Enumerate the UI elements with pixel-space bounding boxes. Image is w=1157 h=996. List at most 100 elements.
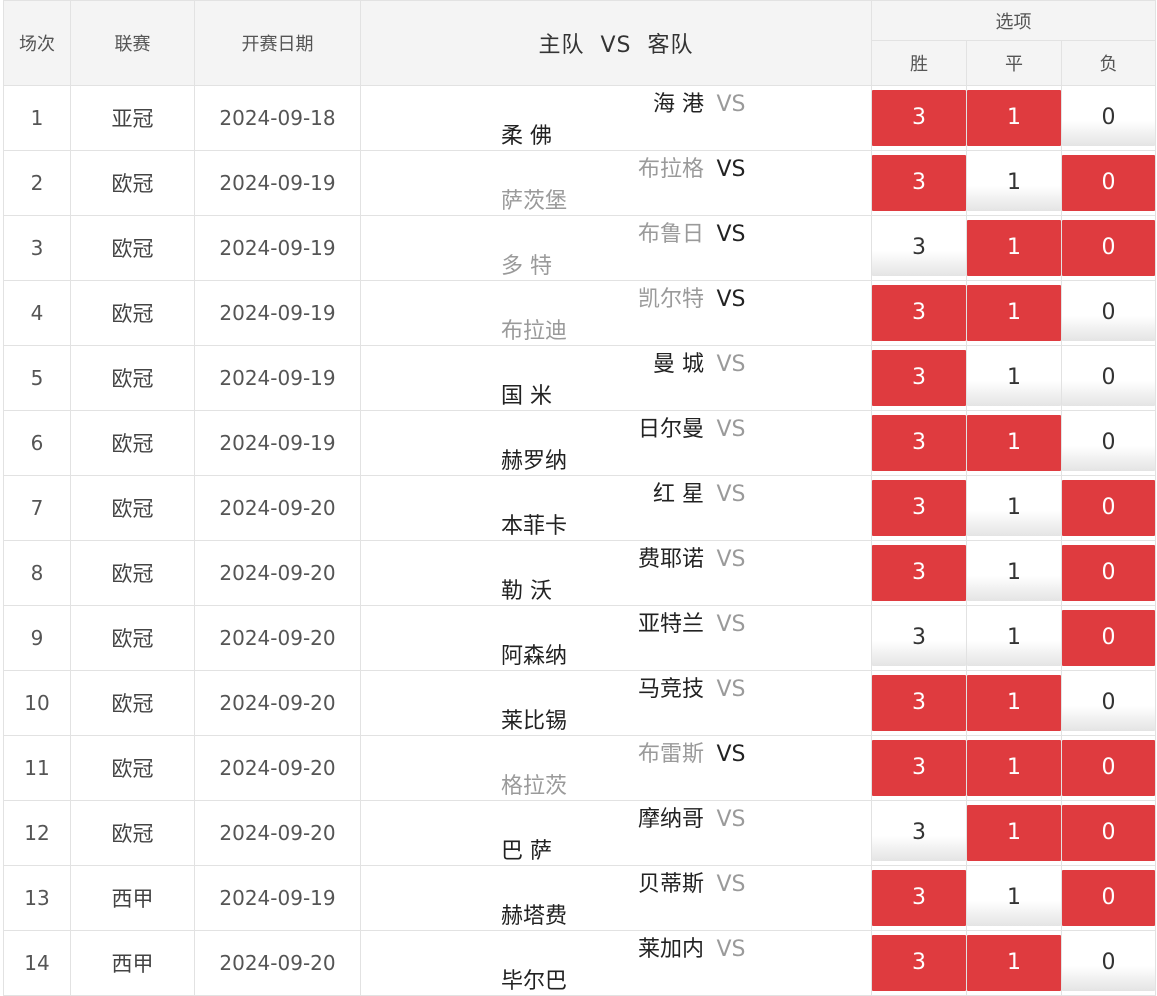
option-win-button[interactable]: 3 bbox=[872, 415, 966, 471]
option-win-cell: 3 bbox=[871, 280, 967, 346]
option-draw-button[interactable]: 1 bbox=[967, 675, 1061, 731]
option-lose-button[interactable]: 0 bbox=[1062, 545, 1156, 601]
option-draw-cell: 1 bbox=[966, 475, 1062, 541]
option-draw-button[interactable]: 1 bbox=[967, 155, 1061, 211]
league-name: 欧冠 bbox=[70, 670, 195, 736]
option-win-cell: 3 bbox=[871, 85, 967, 151]
option-win-button[interactable]: 3 bbox=[872, 805, 966, 861]
option-lose-button[interactable]: 0 bbox=[1062, 935, 1156, 991]
table-row: 14 西甲 2024-09-20 莱加内 VS 毕尔巴 3 1 0 bbox=[3, 930, 1157, 996]
option-win-button[interactable]: 3 bbox=[872, 675, 966, 731]
option-lose-button[interactable]: 0 bbox=[1062, 480, 1156, 536]
match-teams: 海 港 VS 柔 佛 bbox=[360, 85, 872, 151]
option-lose-cell: 0 bbox=[1060, 280, 1157, 346]
home-team: 布雷斯 bbox=[637, 742, 704, 767]
option-lose-cell: 0 bbox=[1060, 85, 1157, 151]
vs-label: VS bbox=[716, 352, 746, 377]
away-team: 柔 佛 bbox=[501, 124, 552, 149]
option-draw-button[interactable]: 1 bbox=[967, 220, 1061, 276]
options-header: 选项 bbox=[870, 0, 1157, 41]
option-win-button[interactable]: 3 bbox=[872, 740, 966, 796]
away-team: 阿森纳 bbox=[501, 644, 568, 669]
league-name: 欧冠 bbox=[70, 215, 195, 281]
away-team: 赫塔费 bbox=[501, 904, 568, 929]
option-lose-button[interactable]: 0 bbox=[1062, 805, 1156, 861]
option-draw-button[interactable]: 1 bbox=[967, 415, 1061, 471]
table-row: 4 欧冠 2024-09-19 凯尔特 VS 布拉迪 3 1 0 bbox=[3, 280, 1157, 346]
round-number: 13 bbox=[3, 865, 71, 931]
option-draw-button[interactable]: 1 bbox=[967, 740, 1061, 796]
option-lose-button[interactable]: 0 bbox=[1062, 870, 1156, 926]
option-lose-button[interactable]: 0 bbox=[1062, 90, 1156, 146]
option-draw-button[interactable]: 1 bbox=[967, 805, 1061, 861]
option-draw-button[interactable]: 1 bbox=[967, 870, 1061, 926]
option-win-button[interactable]: 3 bbox=[872, 155, 966, 211]
option-win-button[interactable]: 3 bbox=[872, 870, 966, 926]
match-teams: 摩纳哥 VS 巴 萨 bbox=[360, 800, 872, 866]
option-draw-button[interactable]: 1 bbox=[967, 610, 1061, 666]
option-win-button[interactable]: 3 bbox=[872, 545, 966, 601]
home-team: 红 星 bbox=[653, 482, 704, 507]
round-number: 6 bbox=[3, 410, 71, 476]
round-number: 1 bbox=[3, 85, 71, 151]
option-lose-button[interactable]: 0 bbox=[1062, 610, 1156, 666]
option-lose-button[interactable]: 0 bbox=[1062, 675, 1156, 731]
round-number: 7 bbox=[3, 475, 71, 541]
vs-label: VS bbox=[716, 482, 746, 507]
option-win-button[interactable]: 3 bbox=[872, 220, 966, 276]
option-win-button[interactable]: 3 bbox=[872, 90, 966, 146]
option-win-button[interactable]: 3 bbox=[872, 285, 966, 341]
away-team: 毕尔巴 bbox=[501, 969, 568, 994]
option-draw-button[interactable]: 1 bbox=[967, 480, 1061, 536]
league-name: 欧冠 bbox=[70, 280, 195, 346]
home-team: 布拉格 bbox=[637, 157, 704, 182]
match-date: 2024-09-19 bbox=[194, 150, 361, 216]
option-win-button[interactable]: 3 bbox=[872, 935, 966, 991]
option-lose-button[interactable]: 0 bbox=[1062, 415, 1156, 471]
table-row: 2 欧冠 2024-09-19 布拉格 VS 萨茨堡 3 1 0 bbox=[3, 150, 1157, 216]
table-body: 1 亚冠 2024-09-18 海 港 VS柔 佛 3 1 0 2 欧冠 2024-09-19 布拉格… bbox=[3, 85, 1157, 996]
option-draw-button[interactable]: 1 bbox=[967, 285, 1061, 341]
option-draw-cell: 1 bbox=[966, 345, 1062, 411]
option-win-button[interactable]: 3 bbox=[872, 610, 966, 666]
home-team: 日尔曼 bbox=[637, 417, 704, 442]
option-win-cell: 3 bbox=[871, 735, 967, 801]
match-date: 2024-09-19 bbox=[194, 345, 361, 411]
option-lose-cell: 0 bbox=[1060, 345, 1157, 411]
table-header: 场次 联赛 开赛日期 主队 VS 客队 选项 胜 平 负 bbox=[3, 0, 1157, 86]
home-team: 海 港 bbox=[653, 92, 704, 117]
option-lose-cell: 0 bbox=[1060, 670, 1157, 736]
option-draw-button[interactable]: 1 bbox=[967, 935, 1061, 991]
option-lose-cell: 0 bbox=[1060, 150, 1157, 216]
round-number: 10 bbox=[3, 670, 71, 736]
option-win-cell: 3 bbox=[871, 930, 967, 996]
away-team: 国 米 bbox=[501, 384, 552, 409]
option-win-button[interactable]: 3 bbox=[872, 480, 966, 536]
option-lose-button[interactable]: 0 bbox=[1062, 740, 1156, 796]
option-draw-cell: 1 bbox=[966, 605, 1062, 671]
option-lose-button[interactable]: 0 bbox=[1062, 350, 1156, 406]
table-row: 8 欧冠 2024-09-20 费耶诺 VS 勒 沃 310 bbox=[3, 540, 1157, 606]
away-team: 赫罗纳 bbox=[501, 449, 568, 474]
option-lose-button[interactable]: 0 bbox=[1062, 220, 1156, 276]
option-draw-button[interactable]: 1 bbox=[967, 545, 1061, 601]
match-date: 2024-09-20 bbox=[194, 475, 361, 541]
option-draw-button[interactable]: 1 bbox=[967, 350, 1061, 406]
option-win-button[interactable]: 3 bbox=[872, 350, 966, 406]
option-lose-button[interactable]: 0 bbox=[1062, 155, 1156, 211]
home-team: 摩纳哥 bbox=[637, 807, 704, 832]
option-win-cell: 3 bbox=[871, 800, 967, 866]
match-date: 2024-09-20 bbox=[194, 670, 361, 736]
option-draw-button[interactable]: 1 bbox=[967, 90, 1061, 146]
option-lose-cell: 0 bbox=[1060, 605, 1157, 671]
match-date: 2024-09-19 bbox=[194, 410, 361, 476]
table-row: 7 欧冠 2024-09-20 红 星 VS 本菲卡 3 1 0 bbox=[3, 475, 1157, 541]
match-teams: 凯尔特 VS 布拉迪 bbox=[360, 280, 872, 346]
league-name: 西甲 bbox=[70, 930, 195, 996]
home-team: 莱加内 bbox=[637, 937, 704, 962]
option-lose-button[interactable]: 0 bbox=[1062, 285, 1156, 341]
vs-label: VS bbox=[716, 677, 746, 702]
option-lose-cell: 0 bbox=[1060, 800, 1157, 866]
league-name: 欧冠 bbox=[70, 735, 195, 801]
option-draw-cell: 1 bbox=[966, 215, 1062, 281]
